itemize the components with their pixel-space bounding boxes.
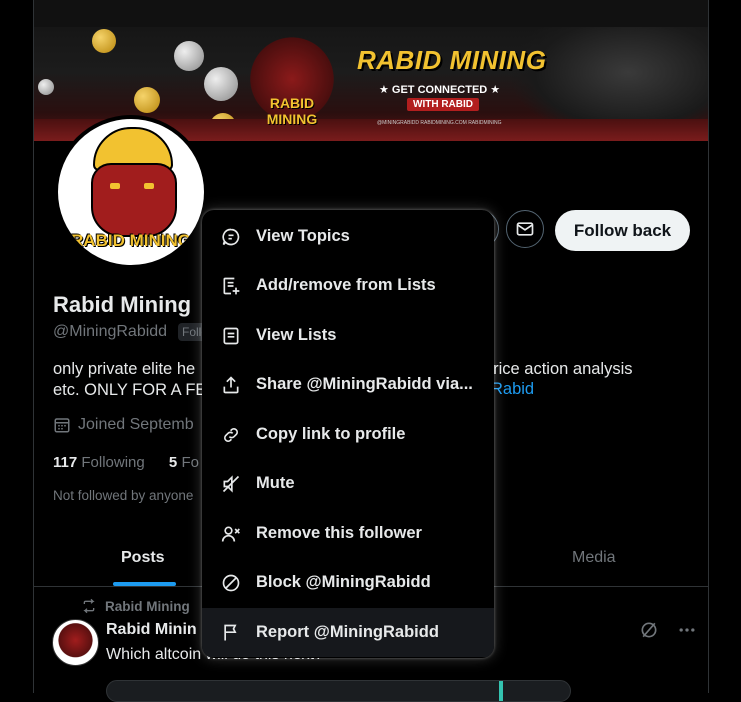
eye-graphic [144,183,154,189]
menu-item-mute[interactable]: Mute [202,459,494,508]
repost-icon [83,598,95,614]
tab-posts[interactable]: Posts [121,549,165,567]
block-icon [222,574,240,592]
bio-link[interactable]: Rabid [491,380,534,399]
remove-follower-icon [221,526,240,542]
banner-logo: RABID MINING [249,35,335,133]
profile-more-menu: View Topics Add/remove from Lists View L… [202,210,494,658]
coin-image [134,87,160,113]
repost-indicator[interactable]: Rabid Mining [81,598,190,614]
mail-icon [516,222,534,236]
topics-icon [222,228,240,246]
avatar-image: RABID MINING [58,119,204,265]
post-media[interactable] [106,680,571,702]
media-accent-bar [499,681,503,701]
repost-label: Rabid Mining [105,598,190,614]
bear-face-graphic [91,163,177,237]
menu-item-add-remove-lists[interactable]: Add/remove from Lists [202,261,494,310]
coin-image [92,29,116,53]
menu-item-block[interactable]: Block @MiningRabidd [202,558,494,607]
flag-icon [224,624,237,641]
joined-text: Joined Septemb [78,416,194,433]
menu-item-report[interactable]: Report @MiningRabidd [202,608,494,657]
menu-item-copy-link[interactable]: Copy link to profile [202,410,494,459]
joined-date: Joined Septemb [53,416,194,434]
banner-headline: RABID MINING [357,45,547,75]
message-button[interactable] [506,210,544,248]
banner-socials: @MININGRABIDD RABIDMINING.COM RABIDMININ… [377,120,502,126]
link-icon [224,428,238,442]
mute-icon [222,475,240,493]
menu-item-remove-follower[interactable]: Remove this follower [202,509,494,558]
menu-item-view-topics[interactable]: View Topics [202,212,494,261]
profile-bio: only private elite he etc. ONLY FOR A FE [53,359,206,401]
coin-image [204,67,238,101]
profile-avatar[interactable]: RABID MINING [54,115,208,269]
post-author-name[interactable]: Rabid Minin [106,621,197,639]
banner-subtagline: WITH RABID [407,98,479,111]
menu-item-view-lists[interactable]: View Lists [202,311,494,360]
calendar-icon [54,418,70,433]
coin-image [174,41,204,71]
avatar-label: RABID MINING [71,231,191,250]
bio-line: etc. ONLY FOR A FE [53,381,207,399]
grok-icon[interactable] [639,620,659,640]
follow-stats: 117 Following 5 Fo [53,454,199,471]
list-icon [223,327,239,345]
active-tab-indicator [113,582,176,586]
post-actions [639,620,697,640]
menu-item-share[interactable]: Share @MiningRabidd via... [202,360,494,409]
bio-line: only private elite he [53,360,196,378]
list-add-icon [223,277,240,295]
banner-tagline: ★ GET CONNECTED ★ [379,84,501,96]
eye-graphic [110,183,120,189]
profile-name: Rabid Mining [53,292,192,317]
profile-handle: @MiningRabidd [53,323,168,340]
tab-media[interactable]: Media [572,549,616,567]
followers-link[interactable]: 5 Fo [169,454,199,471]
not-followed-note: Not followed by anyone [53,488,194,503]
more-dots-icon[interactable] [677,620,697,640]
share-icon [223,376,239,394]
top-bar [34,0,708,27]
follow-back-button[interactable]: Follow back [555,210,690,251]
following-link[interactable]: 117 Following [53,454,145,471]
post-avatar[interactable] [52,619,99,666]
coin-image [38,79,54,95]
